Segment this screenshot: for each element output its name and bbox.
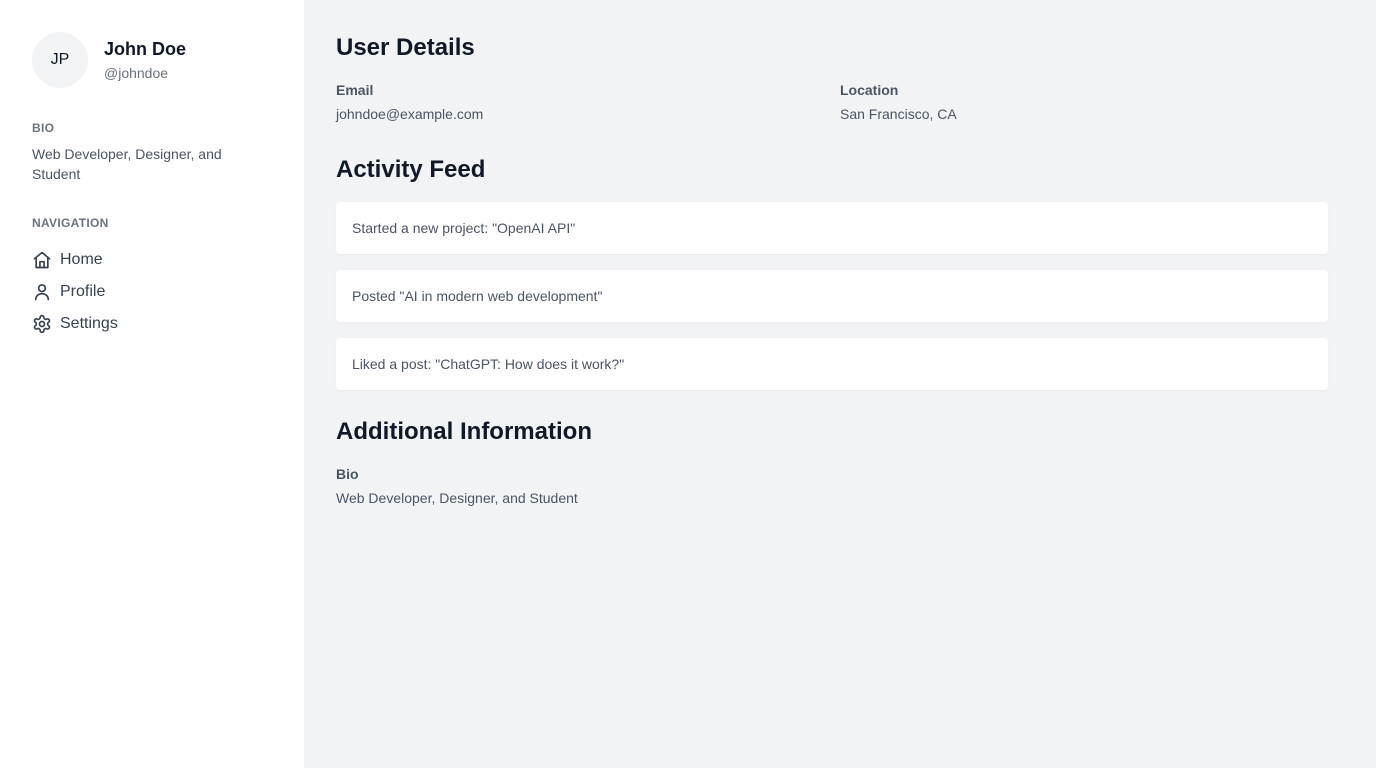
profile-name: John Doe: [104, 39, 187, 59]
email-detail: Email johndoe@example.com: [336, 80, 840, 124]
additional-info-title: Additional Information: [336, 418, 592, 445]
email-label: Email: [336, 82, 374, 98]
bio-field-label: Bio: [336, 466, 359, 482]
sidebar: JP John Doe @johndoe BIO Web Developer, …: [0, 0, 304, 768]
profile-handle: @johndoe: [104, 65, 169, 81]
gear-icon: [33, 314, 51, 334]
nav-item-profile[interactable]: Profile: [32, 276, 272, 308]
nav-item-settings[interactable]: Settings: [32, 308, 272, 340]
navigation-label: NAVIGATION: [32, 216, 109, 230]
home-icon: [33, 251, 51, 269]
additional-info: Bio Web Developer, Designer, and Student: [336, 464, 1344, 508]
activity-item[interactable]: Started a new project: "OpenAI API": [336, 202, 1328, 254]
bio-text: Web Developer, Designer, and Student: [32, 146, 222, 182]
nav-item-label: Profile: [60, 283, 106, 300]
location-label: Location: [840, 82, 899, 98]
activity-feed: Started a new project: "OpenAI API" Post…: [336, 202, 1344, 390]
nav-item-label: Settings: [60, 315, 118, 332]
location-value: San Francisco, CA: [840, 106, 957, 122]
nav-item-home[interactable]: Home: [32, 244, 272, 276]
bio-label: BIO: [32, 121, 55, 135]
avatar[interactable]: JP: [32, 32, 88, 88]
app-root: JP John Doe @johndoe BIO Web Developer, …: [0, 0, 1376, 768]
profile-text: John Doe @johndoe: [104, 37, 186, 83]
location-detail: Location San Francisco, CA: [840, 80, 1344, 124]
user-details-title: User Details: [336, 34, 475, 61]
email-value: johndoe@example.com: [336, 106, 484, 122]
main-content: User Details Email johndoe@example.com L…: [304, 0, 1376, 768]
nav-item-label: Home: [60, 251, 103, 268]
user-icon: [34, 284, 50, 301]
profile-header: JP John Doe @johndoe: [32, 32, 272, 88]
bio-field-value: Web Developer, Designer, and Student: [336, 490, 578, 506]
activity-feed-title: Activity Feed: [336, 156, 486, 183]
user-details-grid: Email johndoe@example.com Location San F…: [336, 80, 1344, 124]
activity-item[interactable]: Posted "AI in modern web development": [336, 270, 1328, 322]
activity-item[interactable]: Liked a post: "ChatGPT: How does it work…: [336, 338, 1328, 390]
nav-list: Home Profile Settings: [32, 244, 272, 340]
